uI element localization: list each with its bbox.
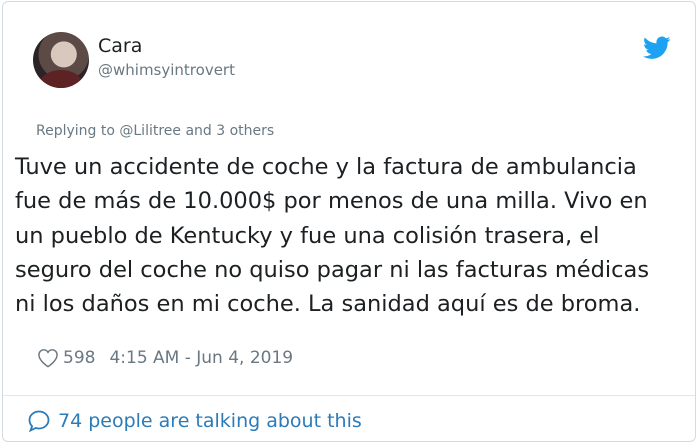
tweet-meta: 598 4:15 AM - Jun 4, 2019 (37, 346, 293, 370)
author-handle[interactable]: @whimsyintrovert (98, 61, 235, 79)
avatar-shoulder (39, 70, 83, 88)
tweet-card: Cara @whimsyintrovert Replying to @Lilit… (2, 1, 696, 442)
like-count[interactable]: 598 (63, 348, 95, 368)
timestamp[interactable]: 4:15 AM - Jun 4, 2019 (109, 348, 293, 368)
twitter-bird-icon[interactable] (643, 36, 671, 60)
conversation-label: 74 people are talking about this (58, 410, 362, 432)
replying-to[interactable]: Replying to @Lilitree and 3 others (36, 123, 274, 139)
divider (3, 395, 695, 396)
conversation-link[interactable]: 74 people are talking about this (27, 407, 362, 435)
tweet-text: Tuve un accidente de coche y la factura … (15, 154, 650, 318)
avatar[interactable] (33, 32, 89, 88)
author-name[interactable]: Cara (98, 35, 142, 57)
heart-icon[interactable] (37, 348, 59, 368)
speech-bubble-icon (28, 410, 50, 433)
